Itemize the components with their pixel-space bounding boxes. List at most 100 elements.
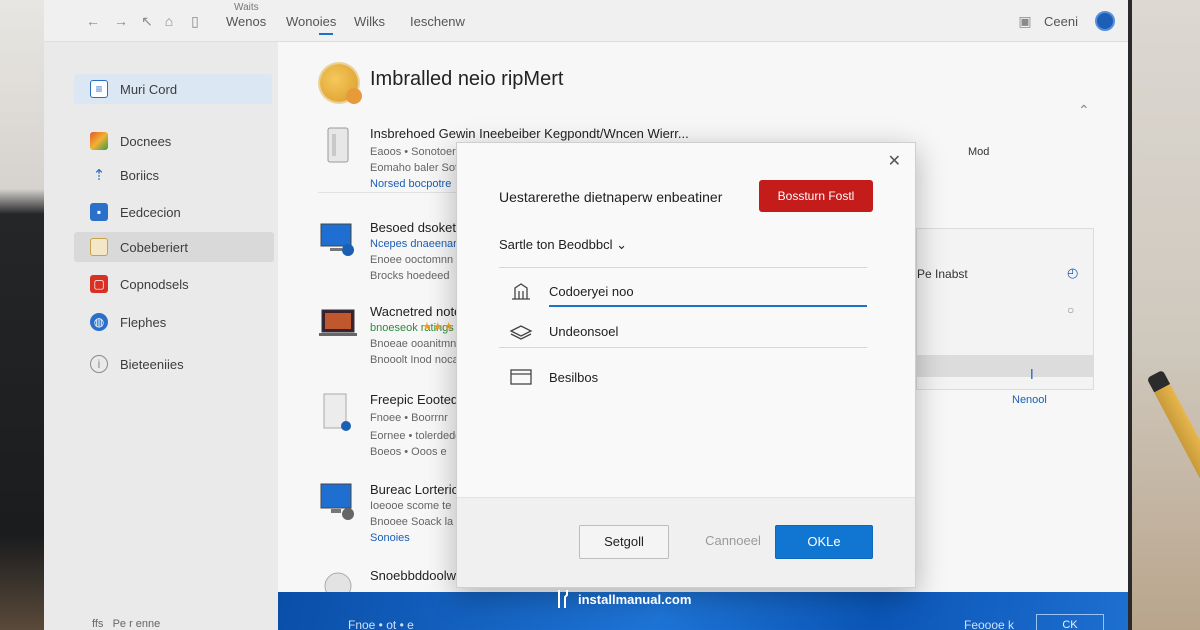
chevron-up-icon[interactable]: ⌃ [1078, 102, 1090, 119]
info-icon[interactable]: ◴ [1067, 265, 1078, 281]
selected-option-underline [549, 305, 867, 307]
chevron-icon[interactable]: ↖ [138, 12, 156, 30]
ok-button[interactable]: OKLe [775, 525, 873, 559]
stack-icon [509, 322, 533, 340]
layout-icon[interactable]: ▯ [186, 12, 204, 30]
box-icon [90, 238, 108, 256]
cancel-button[interactable]: Cannoeel [683, 525, 783, 559]
sidebar-item-eedcecion[interactable]: ▪ Eedcecion [74, 197, 272, 227]
bottom-banner: Fnoe • ot • e Feoooe k CK [278, 592, 1128, 630]
pencil-prop [1153, 382, 1200, 488]
up-arrow-icon: ⇡ [92, 167, 106, 184]
sidebar-item-label: Flephes [120, 314, 167, 330]
dropdown-label: Sartle ton Beodbbcl [499, 237, 613, 252]
row-title: Snoebbddoolw [370, 568, 457, 583]
sidebar-item-docnees[interactable]: Docnees [74, 126, 272, 156]
sidebar-item-label: Cobeberiert [120, 239, 188, 255]
option-label: Besilbos [549, 369, 599, 385]
row-subtitle: Ncepes dnaeenar [370, 238, 457, 250]
monitor-bezel-right [1128, 0, 1132, 630]
sidebar-item-label: Bieteeniies [120, 356, 184, 372]
row-subtitle: Bnooolt Inod noca [370, 354, 459, 366]
dialog-footer: Setgoll Cannoeel OKLe [457, 497, 915, 587]
back-icon[interactable]: ← [84, 12, 102, 30]
close-icon[interactable]: ✕ [888, 151, 901, 171]
option-label: Undeonsoel [549, 323, 619, 339]
dialog-question: Uestarerethe dietnaperw enbeatiner [499, 189, 723, 205]
chevron-down-icon: ⌄ [616, 237, 627, 252]
top-toolbar: ← → ↖ ⌂ ▯ Waits Wenos Wonoies Wilks Iesc… [44, 0, 1128, 42]
sidebar-item-bieteeniies[interactable]: i Bieteeniies [74, 349, 272, 379]
row-subtitle: Fnoee • Boorrnr [370, 412, 448, 424]
option-item[interactable]: Undeonsoel [509, 317, 618, 345]
blue-square-icon: ▪ [90, 203, 108, 221]
active-tab-indicator [319, 33, 333, 35]
details-panel: Pe Inabst ◴ ○ [916, 228, 1094, 390]
tab-wonoies[interactable]: Wonoies [286, 14, 336, 29]
watermark-text: installmanual.com [578, 591, 692, 607]
globe-icon: ◍ [90, 313, 108, 331]
radio-icon[interactable]: ○ [1067, 303, 1074, 317]
row-subtitle: Eornee • tolerdedee [370, 430, 468, 442]
option-item[interactable]: Codoeryei noo [509, 277, 634, 305]
avatar[interactable] [1095, 11, 1115, 31]
window-icon[interactable]: ▣ [1016, 12, 1034, 30]
panel-field-label: Pe Inabst [917, 267, 968, 281]
forward-icon[interactable]: → [112, 12, 130, 30]
toolbar-right-label[interactable]: Ceeni [1044, 14, 1078, 29]
tower-pc-icon [327, 127, 349, 163]
sidebar: ≡ Muri Cord Docnees ⇡ Boriics ▪ Eedcecio… [44, 42, 278, 630]
tools-icon [558, 590, 568, 608]
row-subtitle: Eaoos • Sonotoer [370, 146, 456, 158]
row-subtitle: Sonoies [370, 532, 410, 544]
app-icon [320, 64, 362, 104]
sidebar-item-boriics[interactable]: ⇡ Boriics [74, 160, 272, 190]
sidebar-item-muri-cord[interactable]: ≡ Muri Cord [74, 74, 272, 104]
red-app-icon: ▢ [90, 275, 108, 293]
row-subtitle: Boeos • Ooos e [370, 446, 447, 458]
divider [499, 267, 867, 268]
tab-wenos[interactable]: Wenos [226, 14, 266, 29]
sidebar-item-copnodsels[interactable]: ▢ Copnodsels [74, 269, 272, 299]
home-icon[interactable]: ⌂ [160, 12, 178, 30]
row-title: Insbrehoed Gewin Ineebeiber Kegpondt/Wnc… [370, 126, 689, 141]
info-icon: i [90, 355, 108, 373]
row-subtitle: Ioeooe scome te [370, 500, 452, 512]
laptop-icon [319, 309, 357, 336]
dropdown-select[interactable]: Sartle ton Beodbbcl ⌄ [499, 237, 627, 253]
sidebar-item-label: Eedcecion [120, 204, 181, 220]
sidebar-item-label: Boriics [120, 167, 160, 183]
sidebar-item-label: Docnees [120, 133, 172, 149]
tab-wilks[interactable]: Wilks [354, 14, 385, 29]
sidebar-item-cobeberiert[interactable]: Cobeberiert [74, 232, 274, 262]
divider [499, 347, 867, 348]
modal-dialog: ✕ Uestarerethe dietnaperw enbeatiner Bos… [456, 142, 916, 588]
sidebar-item-flephes[interactable]: ◍ Flephes [74, 307, 272, 337]
document-icon: ≡ [90, 80, 108, 98]
page-title: Imbralled neio ripMert [370, 68, 564, 90]
building-icon [509, 282, 533, 300]
desktop-icon [320, 483, 354, 520]
bottom-ok-button[interactable]: CK [1036, 614, 1104, 630]
toolbar-small-label: Waits [234, 2, 259, 13]
desk-background [1128, 0, 1200, 630]
tab-ieschenw[interactable]: Ieschenw [410, 14, 465, 29]
banner-left-text: Fnoe • ot • e [348, 618, 414, 630]
secondary-button[interactable]: Setgoll [579, 525, 669, 559]
row-subtitle: Bnooee Soack la [370, 516, 454, 528]
panel-link[interactable]: Nenool [1012, 394, 1047, 406]
monitor-icon [320, 223, 354, 256]
option-label: Codoeryei noo [549, 283, 634, 299]
progress-track [917, 355, 1093, 377]
row-subtitle: Enoee ooctomnn [370, 254, 454, 266]
cursor-icon: ǀ [1030, 366, 1034, 382]
row-title: Bureac Lorterior [370, 482, 464, 497]
row-title: Freepic Eootedtr [370, 392, 467, 407]
row-subtitle: Brocks hoedeed [370, 270, 450, 282]
banner-right-text: Feoooe k [964, 618, 1015, 630]
window-icon [509, 368, 533, 386]
option-item[interactable]: Besilbos [509, 363, 598, 391]
right-label: Mod [968, 146, 990, 158]
primary-red-button[interactable]: Bossturn Fostl [759, 180, 873, 212]
watermark: installmanual.com [556, 589, 691, 609]
